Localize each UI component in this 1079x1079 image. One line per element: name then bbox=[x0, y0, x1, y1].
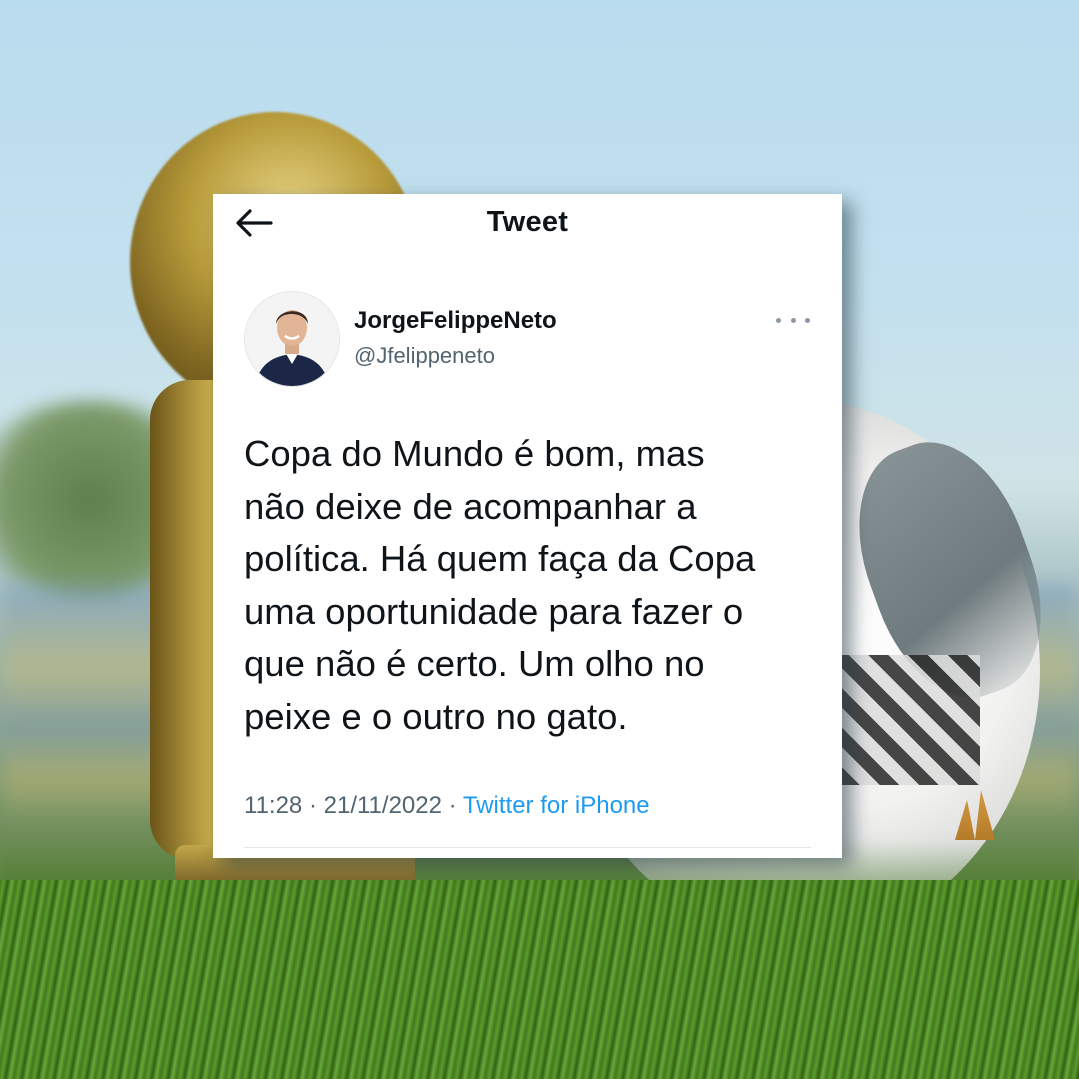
more-dot bbox=[805, 317, 810, 323]
avatar-image bbox=[245, 292, 339, 386]
divider bbox=[244, 847, 811, 848]
author-name[interactable]: JorgeFelippeNeto bbox=[354, 307, 557, 335]
tweet-text: Copa do Mundo é bom, mas não deixe de ac… bbox=[244, 433, 756, 737]
more-options-button[interactable] bbox=[776, 310, 810, 330]
tweet-time[interactable]: 11:28 bbox=[244, 792, 302, 819]
avatar[interactable] bbox=[244, 291, 340, 387]
meta-separator: · bbox=[308, 792, 317, 819]
tweet-date[interactable]: 21/11/2022 bbox=[324, 792, 442, 819]
tweet-card: Tweet JorgeFelippeNeto @Jfelippeneto Cop… bbox=[213, 194, 842, 858]
page-title: Tweet bbox=[486, 206, 569, 238]
tweet-source-link[interactable]: Twitter for iPhone bbox=[463, 792, 650, 819]
grass bbox=[0, 880, 1079, 1079]
tweet-meta: 11:28 · 21/11/2022 · Twitter for iPhone bbox=[244, 792, 650, 820]
ball-pattern bbox=[840, 655, 980, 785]
more-dot bbox=[790, 317, 796, 323]
meta-separator: · bbox=[448, 792, 457, 819]
more-horizontal-icon bbox=[776, 317, 781, 323]
author-handle[interactable]: @Jfelippeneto bbox=[354, 343, 495, 369]
